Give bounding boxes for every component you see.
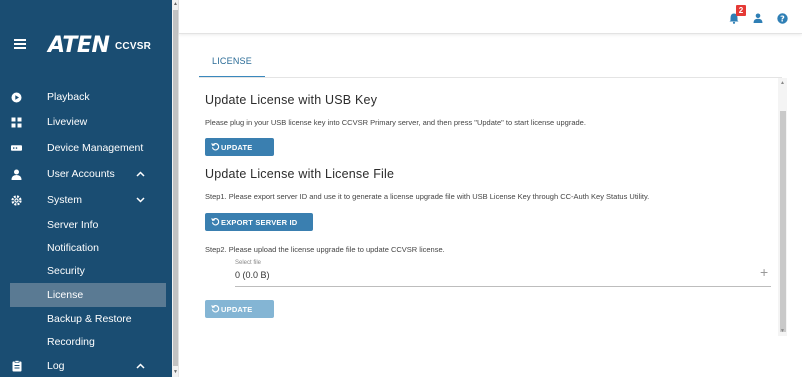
sidebar-item-backup-restore[interactable]: Backup & Restore [0,307,166,331]
export-server-id-label: EXPORT SERVER ID [221,217,298,227]
export-server-id-button[interactable]: EXPORT SERVER ID [205,213,313,231]
grid-icon [11,117,22,128]
scroll-up-arrow-icon[interactable]: ▲ [172,1,179,7]
sidebar-item-label: User Accounts [47,168,115,180]
sidebar-item-license[interactable]: License [10,283,166,307]
file-update-button[interactable]: UPDATE [205,300,274,318]
notification-badge: 2 [736,5,746,16]
chevron-up-icon [136,169,145,179]
sidebar-item-label: Backup & Restore [47,313,132,325]
update-icon [211,218,220,226]
file-section-title: Update License with License File [205,167,395,181]
menu-icon[interactable] [14,39,26,51]
sidebar-item-label: Recording [47,336,95,348]
device-icon [11,143,22,154]
sidebar-item-label: Liveview [47,116,88,128]
sidebar-item-label: System [47,194,83,206]
sidebar-item-label: Playback [47,91,90,103]
usb-update-label: UPDATE [221,142,253,152]
usb-update-button[interactable]: UPDATE [205,138,274,156]
sidebar-item-label: Notification [47,242,99,254]
svg-text:?: ? [780,14,785,23]
sidebar-item-user-accounts[interactable]: User Accounts [0,162,166,186]
sidebar-item-recording[interactable]: Recording [0,330,166,354]
user-icon [11,169,22,180]
sidebar-item-label: Security [47,265,85,277]
sidebar-item-system[interactable]: System [0,188,166,212]
sidebar-item-label: Log [47,360,65,372]
user-icon[interactable] [752,12,764,24]
chevron-down-icon [136,195,145,205]
sidebar-item-label: Server Info [47,219,99,231]
sidebar-item-log[interactable]: Log [0,354,166,377]
sidebar-item-device-management[interactable]: Device Management [0,136,166,160]
select-file-label: Select file [235,260,262,266]
file-input-value[interactable]: 0 (0.0 B) [235,270,270,280]
file-input-underline [235,286,771,287]
sidebar: ATEN CCVSR Playback Liveview Device Mana… [0,0,172,377]
sidebar-item-label: Device Management [47,142,144,154]
sidebar-item-security[interactable]: Security [0,259,166,283]
tab-license[interactable]: LICENSE [199,56,265,78]
step2-text: Step2. Please upload the license upgrade… [205,245,445,254]
sidebar-scrollbar[interactable]: ▲ ▼ [172,0,179,377]
content-scrollbar[interactable]: ▲ ▼ [778,78,787,336]
clipboard-icon [11,360,22,372]
usb-section-description: Please plug in your USB license key into… [205,118,586,127]
scroll-down-arrow-icon[interactable]: ▼ [778,328,787,334]
sidebar-item-server-info[interactable]: Server Info [0,213,166,237]
top-bar [179,0,802,34]
sidebar-item-playback[interactable]: Playback [0,85,166,109]
content-scroll-thumb[interactable] [780,111,786,332]
usb-section-title: Update License with USB Key [205,93,378,107]
sidebar-scroll-thumb[interactable] [173,10,178,366]
tab-label: LICENSE [212,56,252,66]
product-name: CCVSR [115,41,152,52]
help-icon[interactable]: ? [776,12,788,24]
tab-divider [199,77,782,78]
add-file-icon[interactable]: + [760,264,768,280]
sidebar-item-label: License [47,289,84,301]
aten-logo: ATEN [48,33,110,58]
step1-text: Step1. Please export server ID and use i… [205,192,650,201]
scroll-up-arrow-icon[interactable]: ▲ [778,80,787,86]
update-icon [211,305,220,313]
sidebar-item-liveview[interactable]: Liveview [0,110,166,134]
file-update-label: UPDATE [221,304,253,314]
scroll-down-arrow-icon[interactable]: ▼ [172,369,179,375]
sidebar-item-notification[interactable]: Notification [0,236,166,260]
update-icon [211,143,220,151]
gear-icon [11,194,22,206]
play-icon [11,92,22,103]
chevron-up-icon [136,361,145,371]
